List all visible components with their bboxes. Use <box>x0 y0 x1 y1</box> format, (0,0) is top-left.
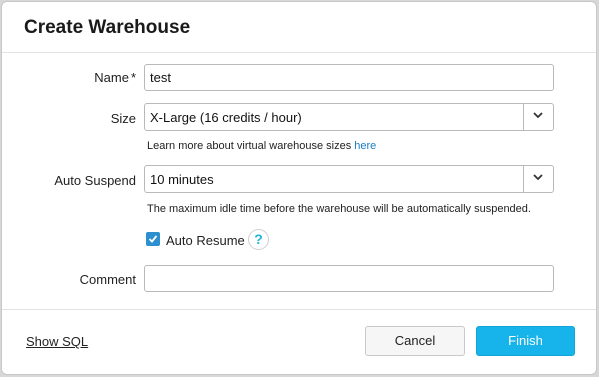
auto-resume-checkbox[interactable] <box>146 232 160 246</box>
auto-suspend-label: Auto Suspend <box>54 173 136 188</box>
show-sql-link[interactable]: Show SQL <box>26 334 88 349</box>
footer-divider <box>2 309 596 310</box>
name-input[interactable] <box>144 64 554 91</box>
checkmark-icon <box>148 235 158 243</box>
name-label-text: Name <box>94 70 129 85</box>
required-marker: * <box>130 70 136 85</box>
auto-suspend-dropdown-toggle[interactable] <box>523 166 553 192</box>
size-help-link[interactable]: here <box>354 140 376 152</box>
size-help: Learn more about virtual warehouse sizes… <box>147 140 376 152</box>
question-icon[interactable]: ? <box>248 229 269 250</box>
cancel-button[interactable]: Cancel <box>365 326 465 356</box>
size-dropdown-toggle[interactable] <box>523 104 553 130</box>
auto-suspend-select-value: 10 minutes <box>150 172 214 187</box>
finish-button[interactable]: Finish <box>476 326 575 356</box>
chevron-down-icon <box>533 112 543 119</box>
size-label: Size <box>110 111 136 126</box>
chevron-down-icon <box>533 174 543 181</box>
dialog-title: Create Warehouse <box>24 17 191 38</box>
size-select[interactable]: X-Large (16 credits / hour) <box>144 103 554 131</box>
size-select-value: X-Large (16 credits / hour) <box>150 110 302 125</box>
create-warehouse-dialog: Create Warehouse Name* Size X-Large (16 … <box>1 1 597 375</box>
header-divider <box>2 52 596 53</box>
auto-resume-label[interactable]: Auto Resume <box>166 233 245 248</box>
comment-input[interactable] <box>144 265 554 292</box>
auto-suspend-help: The maximum idle time before the warehou… <box>147 203 531 215</box>
comment-label: Comment <box>79 272 136 287</box>
name-label: Name * <box>42 70 136 85</box>
size-help-text: Learn more about virtual warehouse sizes <box>147 140 355 152</box>
auto-suspend-select[interactable]: 10 minutes <box>144 165 554 193</box>
